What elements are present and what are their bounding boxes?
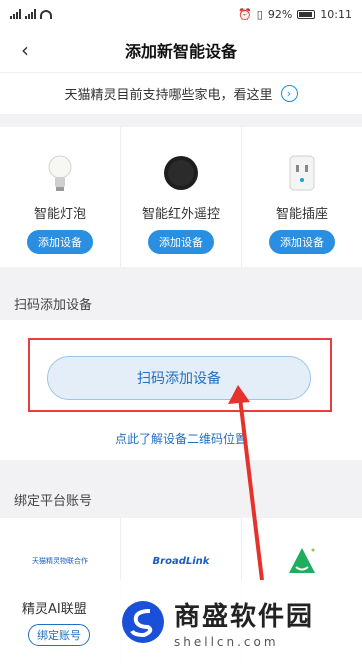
device-card-ir-remote: 智能红外遥控 添加设备 bbox=[121, 127, 242, 267]
bulb-icon bbox=[45, 153, 75, 193]
watermark: 商盛软件园 shellcn.com bbox=[112, 580, 362, 664]
device-card-plug: 智能插座 添加设备 bbox=[242, 127, 362, 267]
signal-icon bbox=[10, 9, 21, 19]
alarm-icon: ⏰ bbox=[238, 7, 252, 21]
battery-icon bbox=[297, 9, 316, 19]
vibrate-icon: ▯ bbox=[256, 7, 263, 21]
banner-text: 天猫精灵目前支持哪些家电，看这里 bbox=[64, 88, 273, 103]
device-name: 智能插座 bbox=[275, 207, 328, 222]
battery-percent: 92% bbox=[267, 7, 293, 21]
status-bar: ⏰ ▯ 92% 10:11 bbox=[0, 0, 362, 28]
watermark-main: 商盛软件园 bbox=[174, 601, 315, 632]
add-ir-remote-button[interactable]: 添加设备 bbox=[148, 230, 214, 254]
watermark-text: 商盛软件园 shellcn.com bbox=[174, 596, 314, 649]
platform-card-ai-alliance: 天猫精灵物联合作 精灵AI联盟 绑定账号 bbox=[0, 518, 121, 664]
chevron-right-circle-icon: › bbox=[280, 85, 298, 102]
page-title: 添加新智能设备 bbox=[124, 42, 237, 61]
broadlink-logo: BroadLink bbox=[152, 556, 210, 567]
signal-2-icon bbox=[25, 9, 36, 19]
nav-bar: ‹ 添加新智能设备 bbox=[0, 28, 362, 72]
platform-name: 精灵AI联盟 bbox=[22, 602, 87, 617]
platform-section-title: 绑定平台账号 bbox=[14, 494, 93, 509]
qr-location-link[interactable]: 点此了解设备二维码位置 bbox=[0, 430, 362, 447]
smart-plug-icon bbox=[287, 153, 317, 193]
device-card-bulb: 智能灯泡 添加设备 bbox=[0, 127, 121, 267]
device-name: 智能灯泡 bbox=[33, 207, 86, 222]
add-plug-button[interactable]: 添加设备 bbox=[269, 230, 335, 254]
chevron-left-icon: ‹ bbox=[21, 38, 29, 62]
watermark-sub: shellcn.com bbox=[174, 634, 279, 649]
back-button[interactable]: ‹ bbox=[12, 37, 38, 63]
device-name: 智能红外遥控 bbox=[141, 207, 220, 222]
watermark-logo-icon bbox=[122, 601, 164, 643]
scan-section: 扫码添加设备 点此了解设备二维码位置 bbox=[0, 320, 362, 460]
ai-alliance-logo: 天猫精灵物联合作 bbox=[32, 557, 88, 565]
add-bulb-button[interactable]: 添加设备 bbox=[27, 230, 93, 254]
scan-add-device-button[interactable]: 扫码添加设备 bbox=[47, 356, 311, 400]
ir-remote-icon bbox=[161, 153, 201, 193]
green-triangle-logo bbox=[242, 546, 362, 576]
bind-account-button[interactable]: 绑定账号 bbox=[28, 624, 90, 646]
device-grid: 智能灯泡 添加设备 智能红外遥控 添加设备 智能插座 添加设备 bbox=[0, 127, 362, 267]
scan-section-title: 扫码添加设备 bbox=[14, 298, 93, 313]
wifi-icon bbox=[40, 9, 52, 19]
supported-devices-banner[interactable]: 天猫精灵目前支持哪些家电，看这里 › bbox=[0, 72, 362, 114]
status-left bbox=[10, 9, 52, 19]
status-right: ⏰ ▯ 92% 10:11 bbox=[238, 8, 352, 21]
clock: 10:11 bbox=[320, 7, 352, 21]
